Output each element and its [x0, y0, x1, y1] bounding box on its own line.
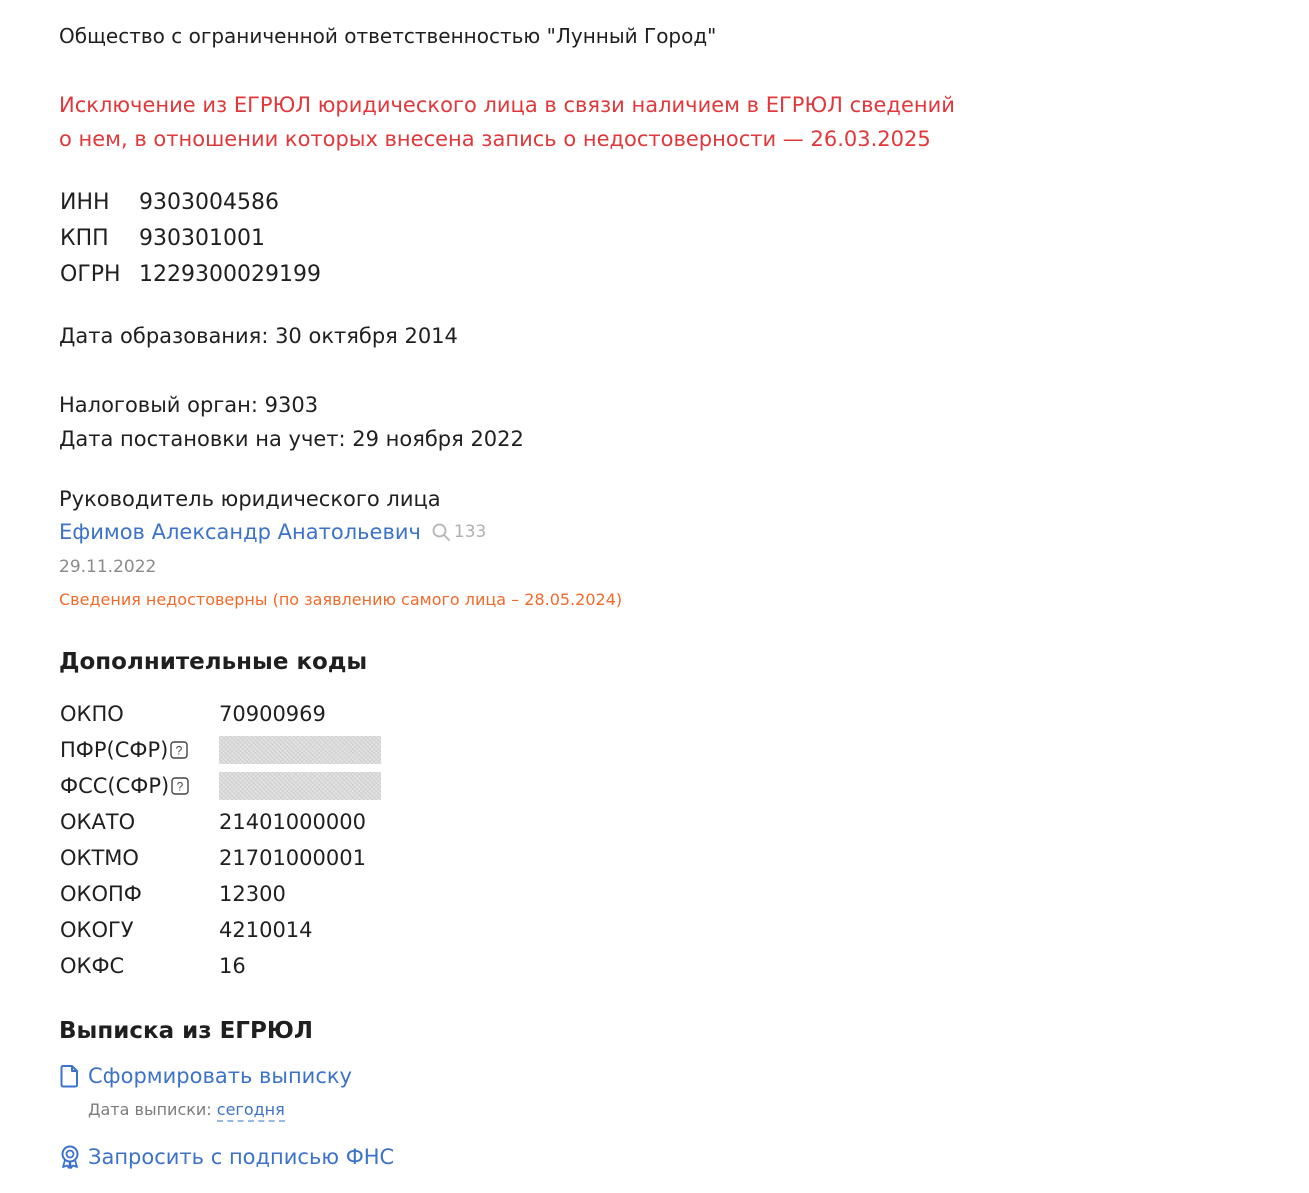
egrul-section-title: Выписка из ЕГРЮЛ: [59, 1018, 313, 1044]
extract-date: Дата выписки: сегодня: [88, 1100, 285, 1122]
code-label: ОКФС: [60, 954, 125, 978]
code-value: 21701000001: [219, 846, 366, 870]
extract-date-label: Дата выписки:: [88, 1100, 212, 1119]
inn-label: ИНН: [60, 189, 110, 215]
inn-value: 9303004586: [139, 189, 279, 215]
masked-value[interactable]: [219, 736, 381, 764]
inn-row: ИНН 9303004586: [60, 184, 321, 220]
registration-date: Дата образования: 30 октября 2014: [59, 324, 458, 348]
kpp-label: КПП: [60, 225, 109, 251]
request-fns-label[interactable]: Запросить с подписью ФНС: [88, 1145, 394, 1169]
svg-text:?: ?: [176, 744, 183, 758]
code-value: 4210014: [219, 918, 313, 942]
code-label: ОКТМО: [60, 846, 139, 870]
generate-extract-label[interactable]: Сформировать выписку: [88, 1064, 352, 1088]
code-label: ОКОГУ: [60, 918, 134, 942]
search-count[interactable]: 133: [454, 522, 486, 542]
tax-block: Налоговый орган: 9303 Дата постановки на…: [59, 388, 524, 456]
identifiers-block: ИНН 9303004586 КПП 930301001 ОГРН 122930…: [60, 184, 321, 292]
kpp-value: 930301001: [139, 225, 265, 251]
code-label: ОКПО: [60, 702, 124, 726]
seal-icon: [59, 1145, 81, 1169]
code-row-okopf: ОКОПФ 12300: [60, 876, 381, 912]
code-value: 16: [219, 954, 246, 978]
tax-authority: Налоговый орган: 9303: [59, 393, 319, 417]
exclusion-line-1: Исключение из ЕГРЮЛ юридического лица в …: [59, 93, 955, 117]
head-date: 29.11.2022: [59, 557, 157, 577]
code-row-okogu: ОКОГУ 4210014: [60, 912, 381, 948]
code-value: 70900969: [219, 702, 326, 726]
ogrn-label: ОГРН: [60, 261, 121, 287]
ogrn-value: 1229300029199: [139, 261, 321, 287]
generate-extract-link[interactable]: Сформировать выписку: [59, 1064, 352, 1088]
tax-registration-date: Дата постановки на учет: 29 ноября 2022: [59, 427, 524, 451]
code-label: ОКАТО: [60, 810, 136, 834]
code-row-okpo: ОКПО 70900969: [60, 696, 381, 732]
head-name-link[interactable]: Ефимов Александр Анатольевич: [59, 520, 421, 544]
exclusion-status: Исключение из ЕГРЮЛ юридического лица в …: [59, 88, 959, 156]
search-icon[interactable]: [431, 522, 451, 542]
svg-text:?: ?: [177, 780, 184, 794]
code-row-fss: ФСС(СФР) ?: [60, 768, 381, 804]
extract-date-selector[interactable]: сегодня: [216, 1100, 285, 1122]
code-row-okato: ОКАТО 21401000000: [60, 804, 381, 840]
exclusion-line-2: о нем, в отношении которых внесена запис…: [59, 127, 931, 151]
unreliable-warning: Сведения недостоверны (по заявлению само…: [59, 590, 623, 609]
document-icon: [59, 1064, 81, 1088]
question-icon[interactable]: ?: [170, 741, 189, 759]
masked-value[interactable]: [219, 772, 381, 800]
code-label: ФСС(СФР): [60, 774, 170, 798]
code-row-pfr: ПФР(СФР) ?: [60, 732, 381, 768]
code-row-okfs: ОКФС 16: [60, 948, 381, 984]
code-label: ОКОПФ: [60, 882, 142, 906]
codes-table: ОКПО 70900969 ПФР(СФР) ? ФСС(СФР) ? ОКАТ…: [60, 696, 381, 984]
code-label: ПФР(СФР): [60, 738, 169, 762]
code-row-oktmo: ОКТМО 21701000001: [60, 840, 381, 876]
code-value: 21401000000: [219, 810, 366, 834]
kpp-row: КПП 930301001: [60, 220, 321, 256]
code-value: 12300: [219, 882, 286, 906]
codes-section-title: Дополнительные коды: [59, 649, 368, 675]
head-row: Ефимов Александр Анатольевич 133: [59, 520, 486, 544]
question-icon[interactable]: ?: [171, 777, 189, 795]
request-fns-signature-link[interactable]: Запросить с подписью ФНС: [59, 1145, 394, 1169]
company-name: Общество с ограниченной ответственностью…: [59, 24, 717, 48]
ogrn-row: ОГРН 1229300029199: [60, 256, 321, 292]
head-title: Руководитель юридического лица: [59, 487, 441, 511]
